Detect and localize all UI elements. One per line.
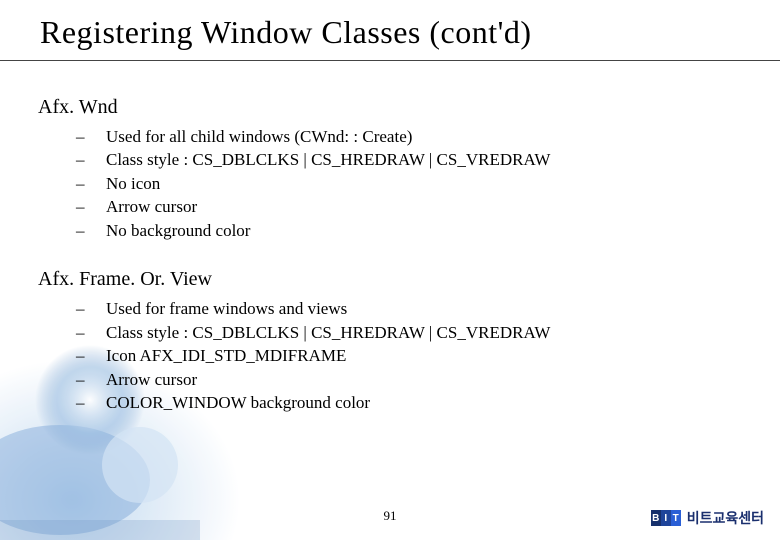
logo-letter: B (651, 510, 661, 526)
list-item-text: COLOR_WINDOW background color (106, 393, 370, 412)
dash-icon: – (76, 344, 98, 367)
dash-icon: – (76, 172, 98, 195)
brand-text: 비트교육센터 (687, 508, 764, 528)
dash-icon: – (76, 321, 98, 344)
footer-brand: B I T 비트교육센터 (651, 508, 764, 528)
title-underline (0, 60, 780, 61)
slide-title: Registering Window Classes (cont'd) (40, 14, 740, 51)
dash-icon: – (76, 297, 98, 320)
list-item-text: Arrow cursor (106, 370, 197, 389)
list-item: –Arrow cursor (76, 195, 760, 218)
logo-letter: I (661, 510, 671, 526)
list-item: –Class style : CS_DBLCLKS | CS_HREDRAW |… (76, 321, 760, 344)
list-item-text: Used for frame windows and views (106, 299, 347, 318)
slide-body: Afx. Wnd –Used for all child windows (CW… (38, 88, 760, 415)
section-list: –Used for all child windows (CWnd: : Cre… (76, 125, 760, 242)
dash-icon: – (76, 368, 98, 391)
list-item: –Used for all child windows (CWnd: : Cre… (76, 125, 760, 148)
list-item-text: Arrow cursor (106, 197, 197, 216)
section-list: –Used for frame windows and views –Class… (76, 297, 760, 414)
dash-icon: – (76, 148, 98, 171)
list-item-text: Icon AFX_IDI_STD_MDIFRAME (106, 346, 346, 365)
brand-logo-icon: B I T (651, 510, 681, 526)
list-item: –Class style : CS_DBLCLKS | CS_HREDRAW |… (76, 148, 760, 171)
list-item: –Arrow cursor (76, 368, 760, 391)
list-item: –No icon (76, 172, 760, 195)
dash-icon: – (76, 219, 98, 242)
list-item-text: No background color (106, 221, 250, 240)
list-item: –Icon AFX_IDI_STD_MDIFRAME (76, 344, 760, 367)
list-item-text: No icon (106, 174, 160, 193)
dash-icon: – (76, 195, 98, 218)
section-heading: Afx. Frame. Or. View (38, 268, 760, 291)
logo-letter: T (671, 510, 681, 526)
list-item-text: Used for all child windows (CWnd: : Crea… (106, 127, 412, 146)
section-heading: Afx. Wnd (38, 96, 760, 119)
list-item-text: Class style : CS_DBLCLKS | CS_HREDRAW | … (106, 150, 550, 169)
slide: Registering Window Classes (cont'd) Afx.… (0, 0, 780, 540)
dash-icon: – (76, 391, 98, 414)
list-item: –No background color (76, 219, 760, 242)
list-item: –Used for frame windows and views (76, 297, 760, 320)
list-item-text: Class style : CS_DBLCLKS | CS_HREDRAW | … (106, 323, 550, 342)
list-item: –COLOR_WINDOW background color (76, 391, 760, 414)
dash-icon: – (76, 125, 98, 148)
